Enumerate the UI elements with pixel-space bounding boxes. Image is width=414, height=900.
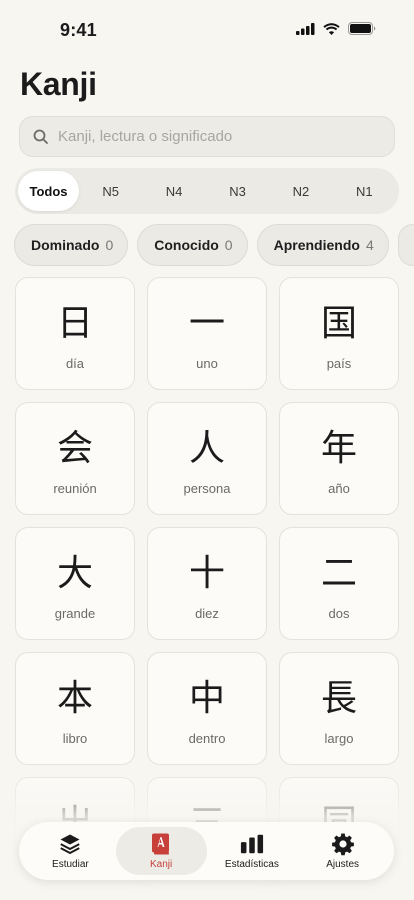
page-title: Kanji xyxy=(20,66,97,102)
kanji-meaning: reunión xyxy=(53,481,97,496)
battery-icon xyxy=(348,22,376,35)
filter-chip-more[interactable] xyxy=(397,224,414,266)
kanji-card[interactable]: 長 largo xyxy=(279,652,399,765)
kanji-meaning: dentro xyxy=(188,731,226,746)
kanji-card[interactable]: 人 persona xyxy=(147,402,267,515)
search-icon xyxy=(32,128,50,146)
tab-kanji[interactable]: Kanji xyxy=(115,827,207,875)
search-bar[interactable] xyxy=(19,116,395,157)
level-segmented-control: Todos N5 N4 N3 N2 N1 xyxy=(15,168,399,214)
kanji-card[interactable]: 二 dos xyxy=(279,527,399,640)
kanji-character: 長 xyxy=(320,678,357,719)
stack-icon xyxy=(58,832,82,856)
kanji-character: 中 xyxy=(188,678,225,719)
kanji-card[interactable]: 中 dentro xyxy=(147,652,267,765)
kanji-meaning: país xyxy=(326,356,352,371)
gear-icon xyxy=(331,832,355,856)
bar-chart-icon xyxy=(240,832,264,856)
kanji-character: 二 xyxy=(320,553,357,594)
kanji-card[interactable]: 十 diez xyxy=(147,527,267,640)
kanji-character: 国 xyxy=(320,303,357,344)
kanji-meaning: día xyxy=(65,356,85,371)
tab-ajustes[interactable]: Ajustes xyxy=(297,827,388,875)
kanji-meaning: año xyxy=(328,481,350,496)
chip-count: 4 xyxy=(365,237,374,253)
kanji-grid: 日 día 一 uno 国 país 会 reunión 人 persona 年… xyxy=(15,277,399,890)
kanji-meaning: dos xyxy=(328,606,350,621)
tab-estadisticas[interactable]: Estadísticas xyxy=(207,827,298,875)
level-tab-todos[interactable]: Todos xyxy=(18,171,79,211)
tab-bar: Estudiar Kanji Estadísticas Ajustes xyxy=(19,822,394,880)
kanji-character: 十 xyxy=(188,553,225,594)
kanji-character: 本 xyxy=(56,678,93,719)
status-filter-chips: Dominado 0 Conocido 0 Aprendiendo 4 xyxy=(14,224,414,266)
level-tab-n3[interactable]: N3 xyxy=(206,171,269,211)
kanji-character: 人 xyxy=(188,428,225,469)
wifi-icon xyxy=(323,22,340,35)
kanji-book-icon xyxy=(149,832,173,856)
filter-chip-dominado[interactable]: Dominado 0 xyxy=(14,224,129,266)
level-tab-n5[interactable]: N5 xyxy=(79,171,142,211)
chip-label: Aprendiendo xyxy=(273,237,360,253)
kanji-character: 一 xyxy=(188,303,225,344)
kanji-character: 大 xyxy=(56,553,93,594)
kanji-card[interactable]: 日 día xyxy=(15,277,135,390)
tab-label: Estadísticas xyxy=(224,859,279,870)
kanji-character: 年 xyxy=(320,428,357,469)
cellular-signal-icon xyxy=(296,22,315,35)
level-tab-n4[interactable]: N4 xyxy=(142,171,205,211)
chip-label: Dominado xyxy=(31,237,100,253)
kanji-card[interactable]: 本 libro xyxy=(15,652,135,765)
kanji-card[interactable]: 大 grande xyxy=(15,527,135,640)
status-bar: 9:41 xyxy=(0,0,414,56)
kanji-card[interactable]: 会 reunión xyxy=(15,402,135,515)
kanji-character: 会 xyxy=(56,428,93,469)
kanji-meaning: largo xyxy=(324,731,354,746)
kanji-meaning: uno xyxy=(196,356,218,371)
chip-count: 0 xyxy=(105,237,114,253)
status-icons xyxy=(296,22,376,35)
kanji-meaning: diez xyxy=(195,606,219,621)
chip-count: 0 xyxy=(224,237,233,253)
status-time: 9:41 xyxy=(60,20,97,40)
filter-chip-conocido[interactable]: Conocido 0 xyxy=(137,224,248,266)
tab-label: Estudiar xyxy=(52,859,89,870)
kanji-meaning: libro xyxy=(62,731,88,746)
tab-label: Kanji xyxy=(150,859,173,870)
kanji-meaning: grande xyxy=(54,606,96,621)
kanji-card[interactable]: 年 año xyxy=(279,402,399,515)
kanji-card[interactable]: 国 país xyxy=(279,277,399,390)
kanji-card[interactable]: 一 uno xyxy=(147,277,267,390)
filter-chip-aprendiendo[interactable]: Aprendiendo 4 xyxy=(256,224,389,266)
kanji-meaning: persona xyxy=(183,481,231,496)
level-tab-n1[interactable]: N1 xyxy=(333,171,396,211)
chip-label: Conocido xyxy=(154,237,219,253)
level-tab-n2[interactable]: N2 xyxy=(269,171,332,211)
kanji-character: 日 xyxy=(56,303,93,344)
tab-label: Ajustes xyxy=(326,859,360,870)
tab-estudiar[interactable]: Estudiar xyxy=(25,827,116,875)
search-input[interactable] xyxy=(58,128,378,145)
